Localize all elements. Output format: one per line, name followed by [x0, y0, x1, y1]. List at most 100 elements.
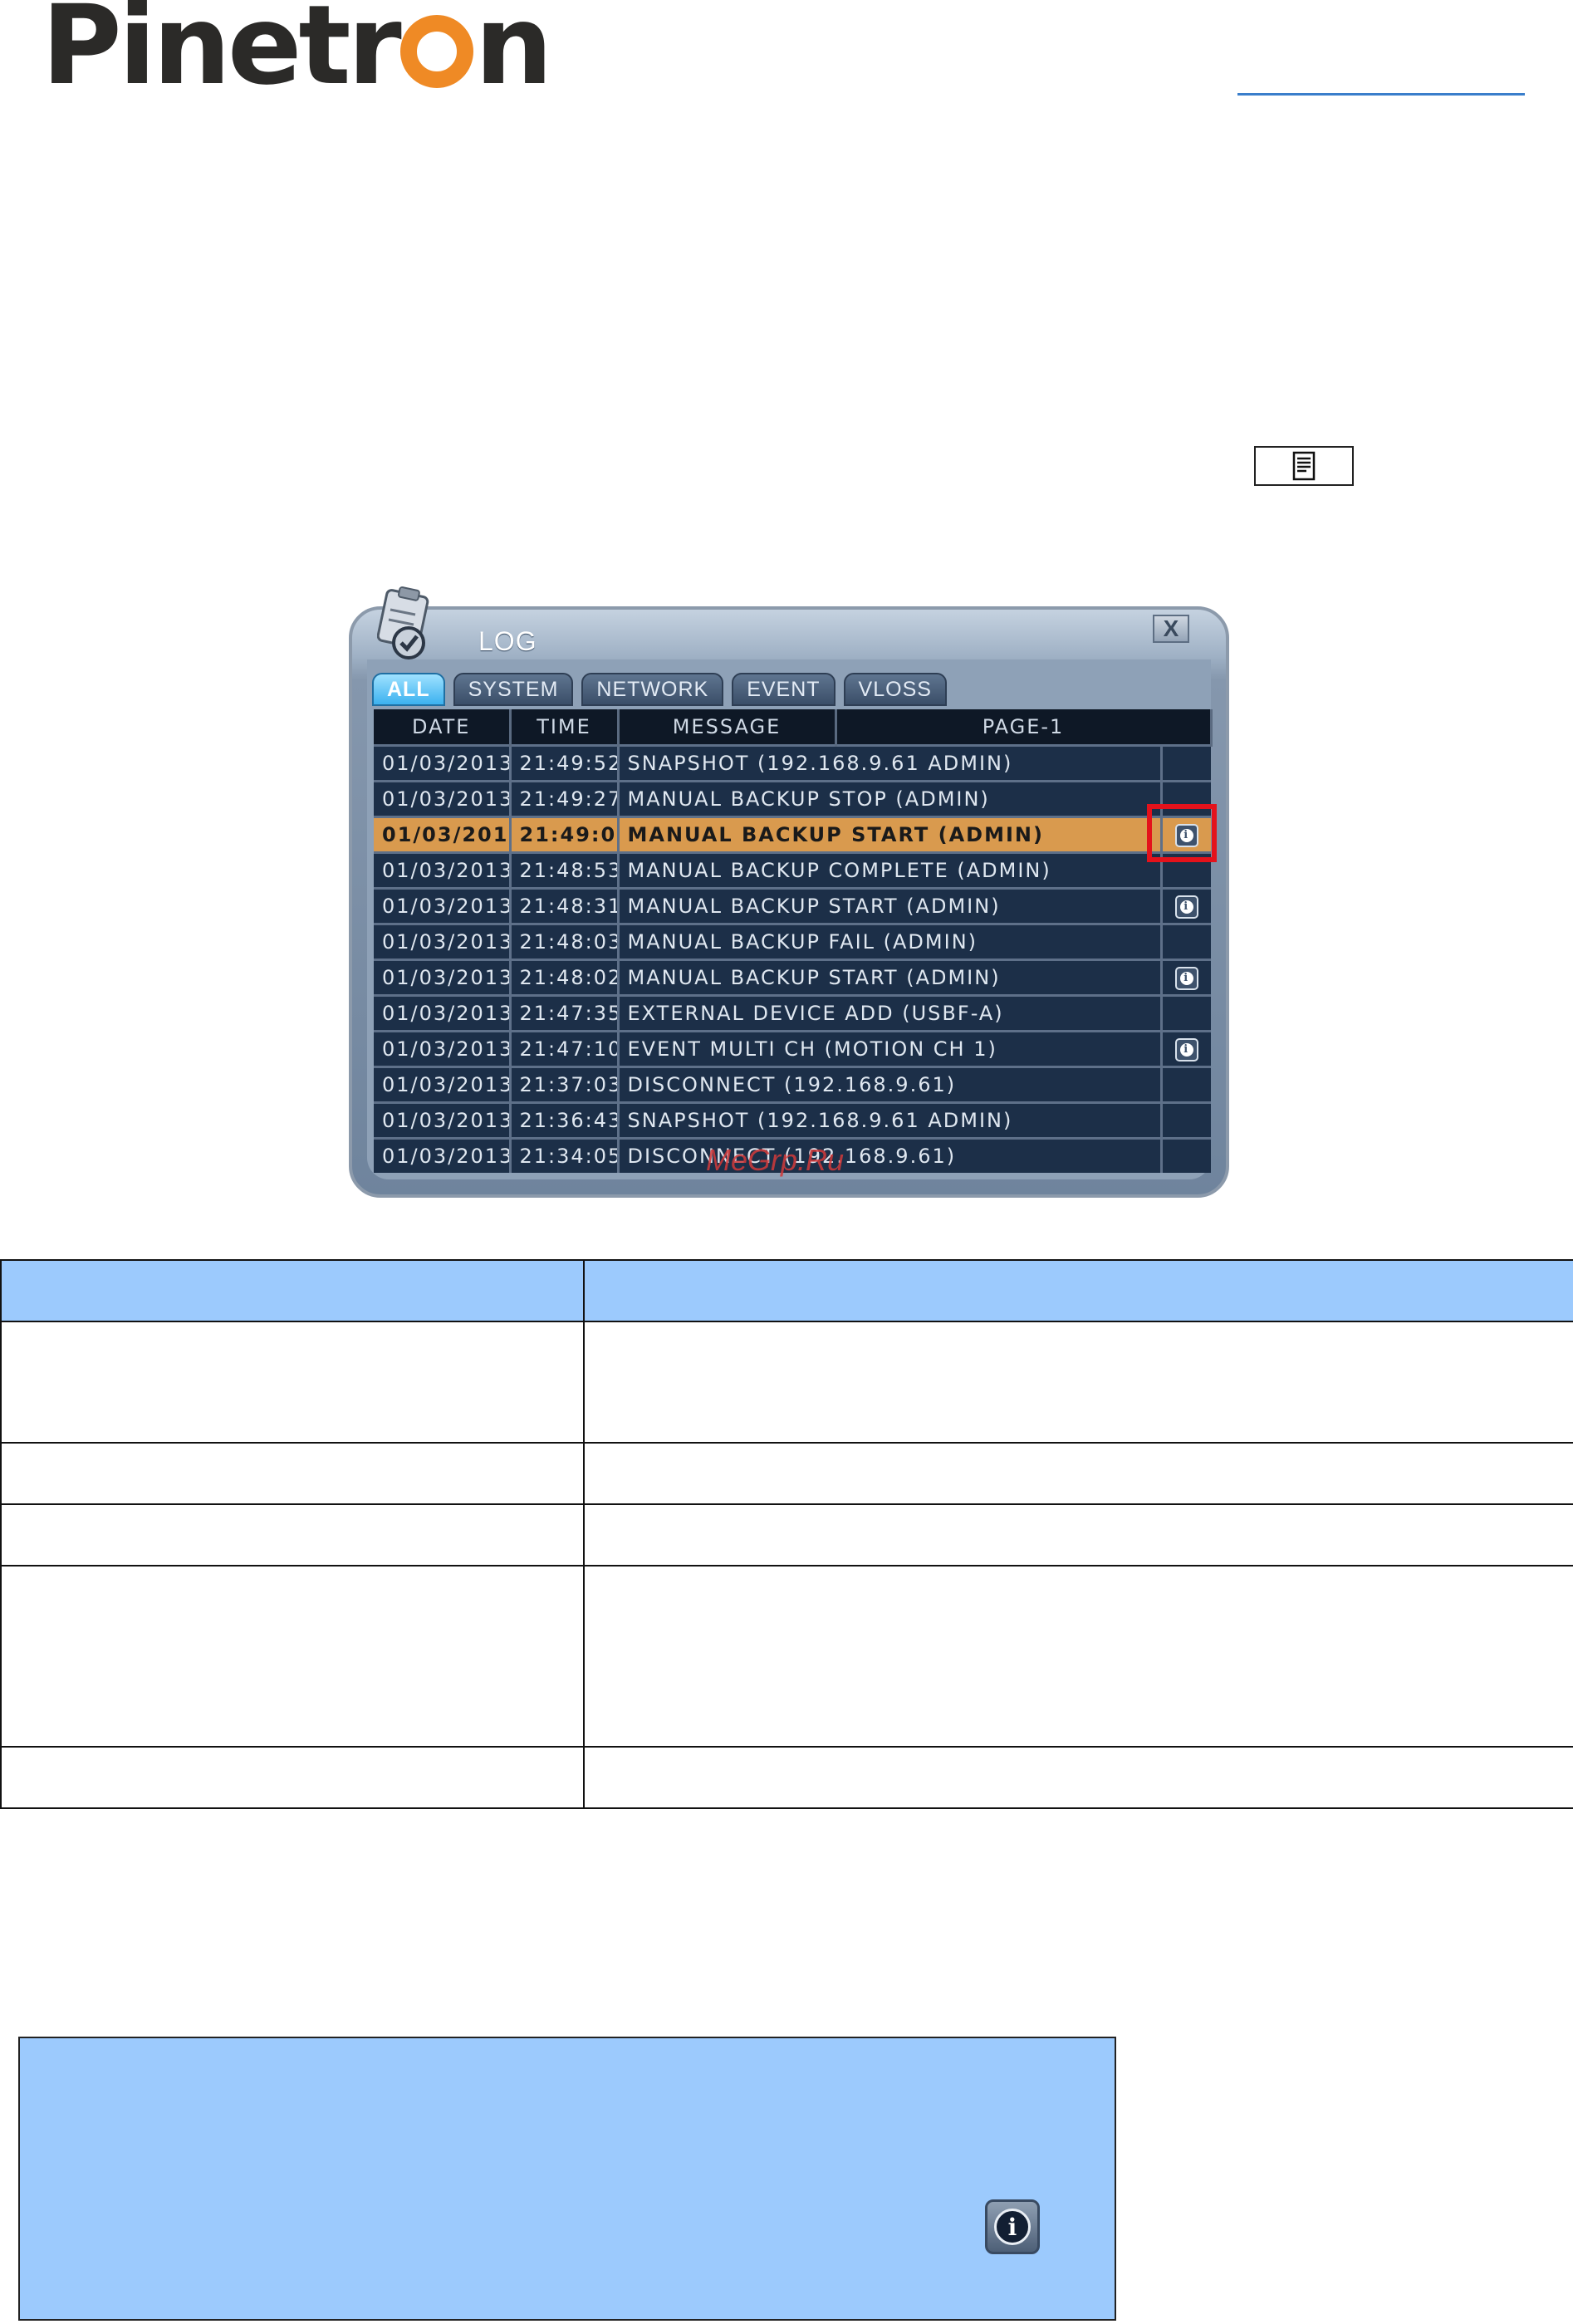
- log-cell-message: SNAPSHOT (192.168.9.61 ADMIN): [618, 1101, 1163, 1139]
- table-cell: [583, 1746, 1573, 1809]
- table-cell: [583, 1503, 1573, 1566]
- logo-text-left: Pinetr: [42, 0, 402, 110]
- log-cell-info: i: [1161, 1030, 1211, 1067]
- log-cell-time: 21:49:07: [510, 816, 620, 853]
- log-row[interactable]: 01/03/2013 21:48:31 MANUAL BACKUP START (A…: [374, 887, 1211, 924]
- log-table-body: 01/03/2013 21:49:52 SNAPSHOT (192.168.9.61…: [374, 744, 1211, 1173]
- table-row: [0, 1746, 1573, 1809]
- info-icon-glyph: i: [1179, 900, 1193, 914]
- log-cell-info: [1161, 1066, 1211, 1103]
- log-menu-button[interactable]: [1254, 446, 1354, 486]
- log-cell-date: 01/03/2013: [374, 851, 512, 889]
- column-header-time: TIME: [510, 709, 620, 746]
- log-cell-date: 01/03/2013: [374, 887, 512, 924]
- log-cell-time: 21:48:03: [510, 923, 620, 960]
- log-cell-message: MANUAL BACKUP START (ADMIN): [618, 959, 1163, 996]
- log-row[interactable]: 01/03/2013 21:47:10 EVENT MULTI CH (MOTION…: [374, 1030, 1211, 1067]
- description-table-header: [0, 1259, 1573, 1322]
- tab-network[interactable]: NETWORK: [581, 673, 724, 706]
- info-button-icon: i: [985, 2199, 1040, 2254]
- log-table: DATE TIME MESSAGE PAGE-1 01/03/2013 21:49…: [374, 709, 1213, 1173]
- tab-event[interactable]: EVENT: [732, 673, 836, 706]
- log-cell-time: 21:48:31: [510, 887, 620, 924]
- table-cell: [583, 1442, 1573, 1505]
- note-box: i: [18, 2037, 1116, 2321]
- table-row: [0, 1321, 1573, 1444]
- info-icon-highlight: [1147, 804, 1217, 862]
- log-cell-date: 01/03/2013: [374, 1137, 512, 1173]
- log-cell-time: 21:49:52: [510, 744, 620, 782]
- log-row[interactable]: 01/03/2013 21:36:43 SNAPSHOT (192.168.9.61…: [374, 1101, 1211, 1139]
- info-icon[interactable]: i: [1174, 1037, 1198, 1061]
- log-table-header: DATE TIME MESSAGE PAGE-1: [374, 709, 1213, 746]
- info-icon-glyph: i: [1179, 971, 1193, 985]
- log-window: LOG X ALL SYSTEM NETWORK EVENT VLOSS DAT…: [349, 586, 1229, 1198]
- log-window-title: LOG: [478, 626, 537, 656]
- table-cell: [583, 1565, 1573, 1748]
- description-table-header-left: [0, 1259, 585, 1322]
- info-icon[interactable]: i: [1174, 966, 1198, 990]
- tab-vloss[interactable]: VLOSS: [843, 673, 947, 706]
- logo-o-ring-icon: [399, 15, 473, 88]
- log-cell-time: 21:48:53: [510, 851, 620, 889]
- description-table: [0, 1259, 1573, 1809]
- log-cell-date: 01/03/2013: [374, 1101, 512, 1139]
- tab-system[interactable]: SYSTEM: [453, 673, 574, 706]
- header-rule: [1237, 93, 1525, 96]
- log-cell-message: MANUAL BACKUP COMPLETE (ADMIN): [618, 851, 1163, 889]
- log-cell-date: 01/03/2013: [374, 959, 512, 996]
- table-cell: [583, 1321, 1573, 1444]
- log-cell-date: 01/03/2013: [374, 780, 512, 817]
- log-row[interactable]: 01/03/2013 21:49:52 SNAPSHOT (192.168.9.61…: [374, 744, 1211, 782]
- watermark: MeGrp.Ru: [706, 1143, 845, 1177]
- info-icon-glyph: i: [1179, 1042, 1193, 1057]
- log-row[interactable]: 01/03/2013 21:37:03 DISCONNECT (192.168.9.…: [374, 1066, 1211, 1103]
- log-cell-date: 01/03/2013: [374, 994, 512, 1032]
- log-cell-message: DISCONNECT (192.168.9.61): [618, 1066, 1163, 1103]
- log-cell-time: 21:47:35: [510, 994, 620, 1032]
- tab-all[interactable]: ALL: [372, 673, 445, 706]
- log-row[interactable]: 01/03/2013 21:48:02 MANUAL BACKUP START (A…: [374, 959, 1211, 996]
- log-cell-time: 21:34:05: [510, 1137, 620, 1173]
- log-cell-info: [1161, 744, 1211, 782]
- log-cell-message: MANUAL BACKUP STOP (ADMIN): [618, 780, 1163, 817]
- log-cell-message: EXTERNAL DEVICE ADD (USBF-A): [618, 994, 1163, 1032]
- table-cell: [0, 1503, 585, 1566]
- close-button[interactable]: X: [1153, 615, 1189, 643]
- page-indicator: PAGE-1: [836, 709, 1213, 746]
- log-cell-date: 01/03/2013: [374, 744, 512, 782]
- log-cell-date: 01/03/2013: [374, 816, 512, 853]
- table-row: [0, 1442, 1573, 1505]
- log-cell-info: [1161, 923, 1211, 960]
- log-cell-time: 21:37:03: [510, 1066, 620, 1103]
- log-cell-date: 01/03/2013: [374, 1030, 512, 1067]
- log-cell-date: 01/03/2013: [374, 1066, 512, 1103]
- log-cell-message: EVENT MULTI CH (MOTION CH 1): [618, 1030, 1163, 1067]
- log-cell-info: i: [1161, 887, 1211, 924]
- description-table-header-right: [583, 1259, 1573, 1322]
- log-row[interactable]: 01/03/2013 21:47:35 EXTERNAL DEVICE ADD (U…: [374, 994, 1211, 1032]
- log-row[interactable]: 01/03/2013 21:48:53 MANUAL BACKUP COMPLETE…: [374, 851, 1211, 889]
- logo-text-right: n: [474, 0, 553, 110]
- pinetron-logo: Pinetr n: [42, 0, 553, 101]
- log-cell-info: [1161, 1101, 1211, 1139]
- log-cell-time: 21:36:43: [510, 1101, 620, 1139]
- log-cell-info: [1161, 1137, 1211, 1173]
- table-cell: [0, 1442, 585, 1505]
- log-row[interactable]: 01/03/2013 21:48:03 MANUAL BACKUP FAIL (AD…: [374, 923, 1211, 960]
- column-header-date: DATE: [374, 709, 512, 746]
- info-icon[interactable]: i: [1174, 895, 1198, 919]
- log-row[interactable]: 01/03/201321:49:07MANUAL BACKUP START (A…: [374, 816, 1211, 853]
- document-list-icon: [1292, 451, 1316, 481]
- info-disc: i: [994, 2209, 1031, 2245]
- log-cell-message: MANUAL BACKUP FAIL (ADMIN): [618, 923, 1163, 960]
- log-cell-time: 21:47:10: [510, 1030, 620, 1067]
- log-cell-date: 01/03/2013: [374, 923, 512, 960]
- table-cell: [0, 1565, 585, 1748]
- log-cell-message: SNAPSHOT (192.168.9.61 ADMIN): [618, 744, 1163, 782]
- column-header-message: MESSAGE: [618, 709, 837, 746]
- table-cell: [0, 1746, 585, 1809]
- table-row: [0, 1503, 1573, 1566]
- log-row[interactable]: 01/03/2013 21:49:27 MANUAL BACKUP STOP (AD…: [374, 780, 1211, 817]
- log-cell-info: i: [1161, 959, 1211, 996]
